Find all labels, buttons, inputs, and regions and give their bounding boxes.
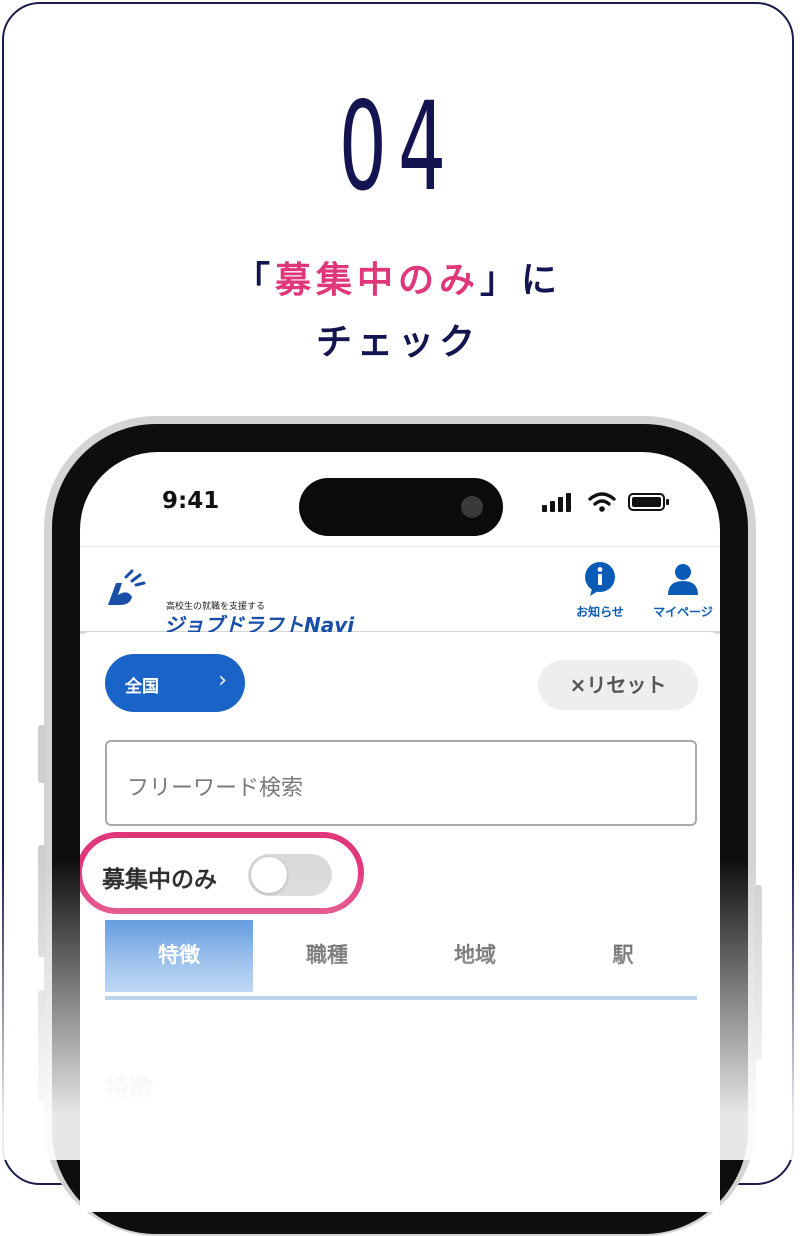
- region-label: 全国: [125, 677, 159, 697]
- signal-icon: [542, 493, 571, 512]
- phone-side-button: [38, 725, 46, 783]
- step-number: 04: [338, 76, 458, 218]
- recruiting-only-label: 募集中のみ: [102, 867, 217, 893]
- info-icon: [585, 562, 615, 596]
- wifi-icon: [588, 492, 616, 512]
- section-title: 特徴: [105, 1074, 153, 1102]
- region-select-button[interactable]: 全国 ›: [105, 654, 245, 712]
- headline-line2: チェック: [315, 322, 480, 363]
- phone-screen: 9:41 高校生の就職を支援する ジョブドラフトNavi お知らせ マイページ …: [80, 452, 720, 1212]
- tab-features[interactable]: 特徴: [105, 920, 253, 992]
- phone-volume-up: [38, 845, 46, 957]
- headline-close: 」に: [480, 260, 563, 301]
- mypage-label: マイページ: [653, 605, 713, 619]
- headline-open-bracket: 「: [233, 260, 275, 301]
- free-word-search-input[interactable]: フリーワード検索: [105, 740, 697, 826]
- category-tabs: 特徴 職種 地域 駅: [105, 920, 697, 1000]
- recruiting-only-toggle[interactable]: [248, 854, 332, 896]
- status-time: 9:41: [162, 488, 220, 514]
- chevron-right-icon: ›: [218, 668, 227, 693]
- phone-power-button: [754, 885, 762, 1060]
- status-icons: [542, 492, 670, 512]
- phone-volume-down: [38, 990, 46, 1102]
- logo[interactable]: 高校生の就職を支援する ジョブドラフトNavi: [102, 569, 354, 637]
- tab-area[interactable]: 地域: [401, 920, 549, 992]
- notices-label: お知らせ: [576, 605, 624, 619]
- notices-button[interactable]: お知らせ: [565, 561, 635, 620]
- filter-panel: 全国 › ×リセット フリーワード検索 募集中のみ 特徴 職種 地域 駅 特徴: [80, 632, 720, 1212]
- user-icon: [668, 564, 698, 595]
- reset-button[interactable]: ×リセット: [538, 660, 698, 710]
- tab-station[interactable]: 駅: [549, 920, 697, 992]
- search-placeholder: フリーワード検索: [127, 776, 304, 801]
- logo-mark-icon: [108, 569, 146, 605]
- dynamic-island: [299, 478, 503, 536]
- recruiting-only-row: 募集中のみ: [100, 854, 380, 896]
- headline: 「募集中のみ」に チェック: [4, 252, 792, 372]
- camera-icon: [461, 496, 483, 518]
- battery-icon: [628, 493, 669, 511]
- headline-highlight: 募集中のみ: [274, 260, 480, 301]
- toggle-knob: [251, 857, 287, 893]
- mypage-button[interactable]: マイページ: [648, 561, 718, 620]
- tab-job-type[interactable]: 職種: [253, 920, 401, 992]
- app-header: 高校生の就職を支援する ジョブドラフトNavi お知らせ マイページ: [80, 546, 720, 637]
